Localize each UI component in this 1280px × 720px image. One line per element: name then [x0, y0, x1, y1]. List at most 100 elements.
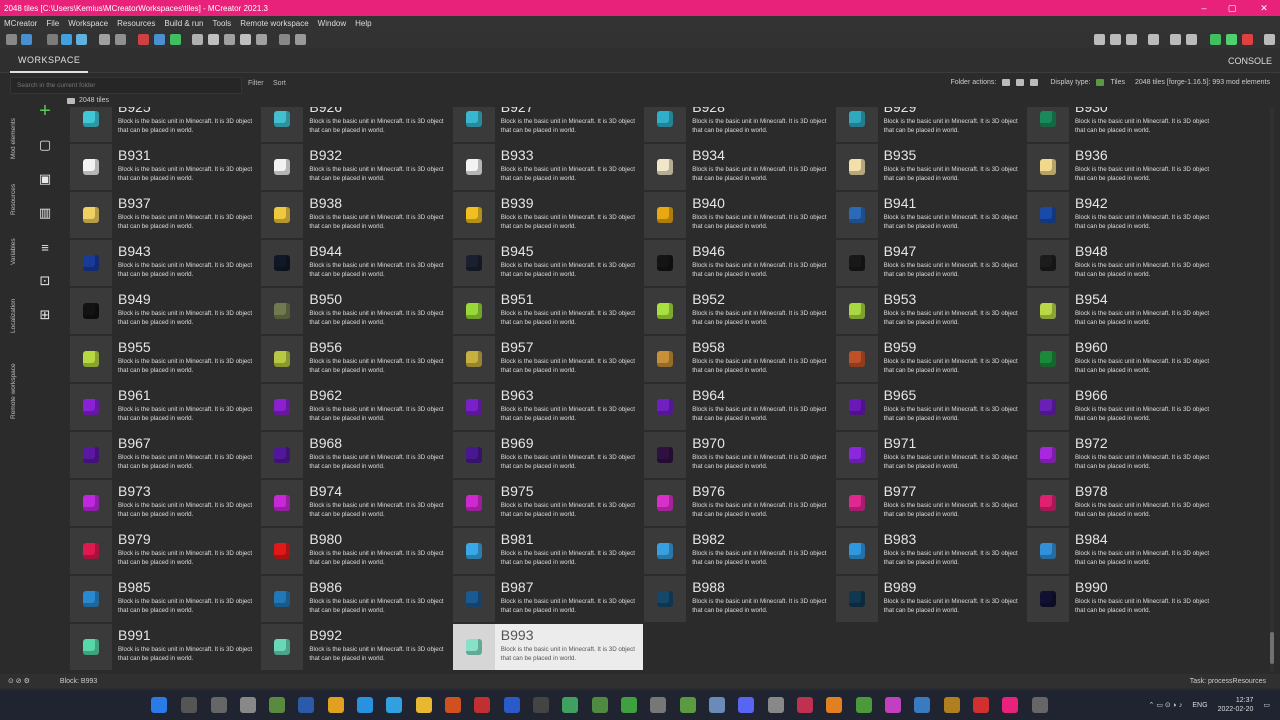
tile-b992[interactable]: B992 Block is the basic unit in Minecraft… [261, 624, 451, 670]
stop-icon[interactable] [1242, 34, 1253, 45]
tile-b989[interactable]: B989 Block is the basic unit in Minecraft… [835, 576, 1026, 622]
menu-build-run[interactable]: Build & run [164, 19, 203, 28]
menu-workspace[interactable]: Workspace [68, 19, 108, 28]
toolbar-icon[interactable] [1094, 34, 1105, 45]
tile-b986[interactable]: B986 Block is the basic unit in Minecraft… [261, 576, 451, 622]
tile-b993[interactable]: B993 Block is the basic unit in Minecraft… [452, 624, 643, 670]
tile-b979[interactable]: B979 Block is the basic unit in Minecraft… [70, 528, 260, 574]
chrome-icon[interactable] [328, 697, 344, 713]
delete-folder-icon[interactable] [1030, 79, 1039, 86]
tile-b947[interactable]: B947 Block is the basic unit in Minecraft… [835, 240, 1026, 286]
menu-help[interactable]: Help [355, 19, 371, 28]
toolbar-icon[interactable] [1170, 34, 1181, 45]
scrollbar-thumb[interactable] [1270, 632, 1274, 664]
tile-b934[interactable]: B934 Block is the basic unit in Minecraft… [644, 144, 834, 190]
toolbar-icon[interactable] [76, 34, 87, 45]
tile-b971[interactable]: B971 Block is the basic unit in Minecraft… [835, 432, 1026, 478]
tile-b952[interactable]: B952 Block is the basic unit in Minecraft… [644, 288, 834, 334]
tile-b946[interactable]: B946 Block is the basic unit in Minecraft… [644, 240, 834, 286]
display-type-value[interactable]: Tiles [1110, 79, 1125, 86]
tile-b972[interactable]: B972 Block is the basic unit in Minecraft… [1027, 432, 1217, 478]
mcreator-icon[interactable] [1002, 697, 1018, 713]
tile-b954[interactable]: B954 Block is the basic unit in Minecraft… [1027, 288, 1217, 334]
search-usages-icon[interactable]: ⊞ [37, 307, 53, 323]
taskbar-app-icon[interactable] [533, 697, 549, 713]
scrollbar-track[interactable] [1270, 107, 1274, 672]
tile-b968[interactable]: B968 Block is the basic unit in Minecraft… [261, 432, 451, 478]
toolbar-icon[interactable] [1264, 34, 1275, 45]
tile-b966[interactable]: B966 Block is the basic unit in Minecraft… [1027, 384, 1217, 430]
menu-tools[interactable]: Tools [213, 19, 232, 28]
toolbar-icon[interactable] [1110, 34, 1121, 45]
toolbar-icon[interactable] [192, 34, 203, 45]
filter-button[interactable]: Filter [248, 80, 264, 87]
tile-b928[interactable]: B928 Block is the basic unit in Minecraft… [644, 107, 834, 142]
tile-b945[interactable]: B945 Block is the basic unit in Minecraft… [452, 240, 643, 286]
menu-remote-workspace[interactable]: Remote workspace [240, 19, 308, 28]
toolbar-icon[interactable] [138, 34, 149, 45]
tile-b957[interactable]: B957 Block is the basic unit in Minecraft… [452, 336, 643, 382]
taskbar-app-icon[interactable] [944, 697, 960, 713]
language-indicator[interactable]: ENG [1192, 702, 1207, 709]
tile-b978[interactable]: B978 Block is the basic unit in Minecraft… [1027, 480, 1217, 526]
tile-b950[interactable]: B950 Block is the basic unit in Minecraft… [261, 288, 451, 334]
taskbar-app-icon[interactable] [562, 697, 578, 713]
sidebar-tab-localization[interactable]: Localization [10, 299, 17, 333]
taskbar-app-icon[interactable] [269, 697, 285, 713]
tile-b937[interactable]: B937 Block is the basic unit in Minecraft… [70, 192, 260, 238]
tile-b948[interactable]: B948 Block is the basic unit in Minecraft… [1027, 240, 1217, 286]
close-button[interactable]: ✕ [1250, 0, 1278, 16]
tile-b944[interactable]: B944 Block is the basic unit in Minecraft… [261, 240, 451, 286]
toolbar-icon[interactable] [61, 34, 72, 45]
tile-b980[interactable]: B980 Block is the basic unit in Minecraft… [261, 528, 451, 574]
tile-b930[interactable]: B930 Block is the basic unit in Minecraft… [1027, 107, 1217, 142]
taskbar-app-icon[interactable] [680, 697, 696, 713]
tile-b926[interactable]: B926 Block is the basic unit in Minecraft… [261, 107, 451, 142]
tile-b967[interactable]: B967 Block is the basic unit in Minecraft… [70, 432, 260, 478]
menu-window[interactable]: Window [318, 19, 346, 28]
taskbar-app-icon[interactable] [768, 697, 784, 713]
taskbar-app-icon[interactable] [797, 697, 813, 713]
tile-b961[interactable]: B961 Block is the basic unit in Minecraft… [70, 384, 260, 430]
toolbar-icon[interactable] [256, 34, 267, 45]
edge-icon[interactable] [357, 697, 373, 713]
toolbar-icon[interactable] [47, 34, 58, 45]
toolbar-icon[interactable] [208, 34, 219, 45]
menu-mcreator[interactable]: MCreator [4, 19, 37, 28]
tile-b962[interactable]: B962 Block is the basic unit in Minecraft… [261, 384, 451, 430]
sidebar-tab-remote-workspace[interactable]: Remote workspace [10, 363, 17, 419]
toolbar-icon[interactable] [279, 34, 290, 45]
taskbar-app-icon[interactable] [386, 697, 402, 713]
tile-b951[interactable]: B951 Block is the basic unit in Minecraft… [452, 288, 643, 334]
minecraft-icon[interactable] [856, 697, 872, 713]
tile-b985[interactable]: B985 Block is the basic unit in Minecraft… [70, 576, 260, 622]
tile-b959[interactable]: B959 Block is the basic unit in Minecraft… [835, 336, 1026, 382]
tile-b933[interactable]: B933 Block is the basic unit in Minecraft… [452, 144, 643, 190]
sidebar-tab-resources[interactable]: Resources [10, 184, 17, 215]
toolbar-icon[interactable] [154, 34, 165, 45]
duplicate-icon[interactable]: ▣ [37, 171, 53, 187]
tile-b991[interactable]: B991 Block is the basic unit in Minecraft… [70, 624, 260, 670]
sort-button[interactable]: Sort [273, 80, 286, 87]
new-folder-icon[interactable] [1002, 79, 1011, 86]
tile-b942[interactable]: B942 Block is the basic unit in Minecraft… [1027, 192, 1217, 238]
tile-b983[interactable]: B983 Block is the basic unit in Minecraft… [835, 528, 1026, 574]
menu-file[interactable]: File [46, 19, 59, 28]
toolbar-icon[interactable] [115, 34, 126, 45]
taskbar-app-icon[interactable] [826, 697, 842, 713]
discord-icon[interactable] [738, 697, 754, 713]
tile-b956[interactable]: B956 Block is the basic unit in Minecraft… [261, 336, 451, 382]
taskbar-app-icon[interactable] [973, 697, 989, 713]
tile-b927[interactable]: B927 Block is the basic unit in Minecraft… [452, 107, 643, 142]
maximize-button[interactable]: ▢ [1218, 0, 1246, 16]
taskbar-app-icon[interactable] [592, 697, 608, 713]
tile-b953[interactable]: B953 Block is the basic unit in Minecraft… [835, 288, 1026, 334]
toolbar-icon[interactable] [99, 34, 110, 45]
clock[interactable]: 12:37 2022-02-20 [1218, 696, 1254, 714]
start-icon[interactable] [151, 697, 167, 713]
taskbar-app-icon[interactable] [885, 697, 901, 713]
toolbar-icon[interactable] [1148, 34, 1159, 45]
toolbar-icon[interactable] [21, 34, 32, 45]
explorer-icon[interactable] [416, 697, 432, 713]
tile-b981[interactable]: B981 Block is the basic unit in Minecraft… [452, 528, 643, 574]
